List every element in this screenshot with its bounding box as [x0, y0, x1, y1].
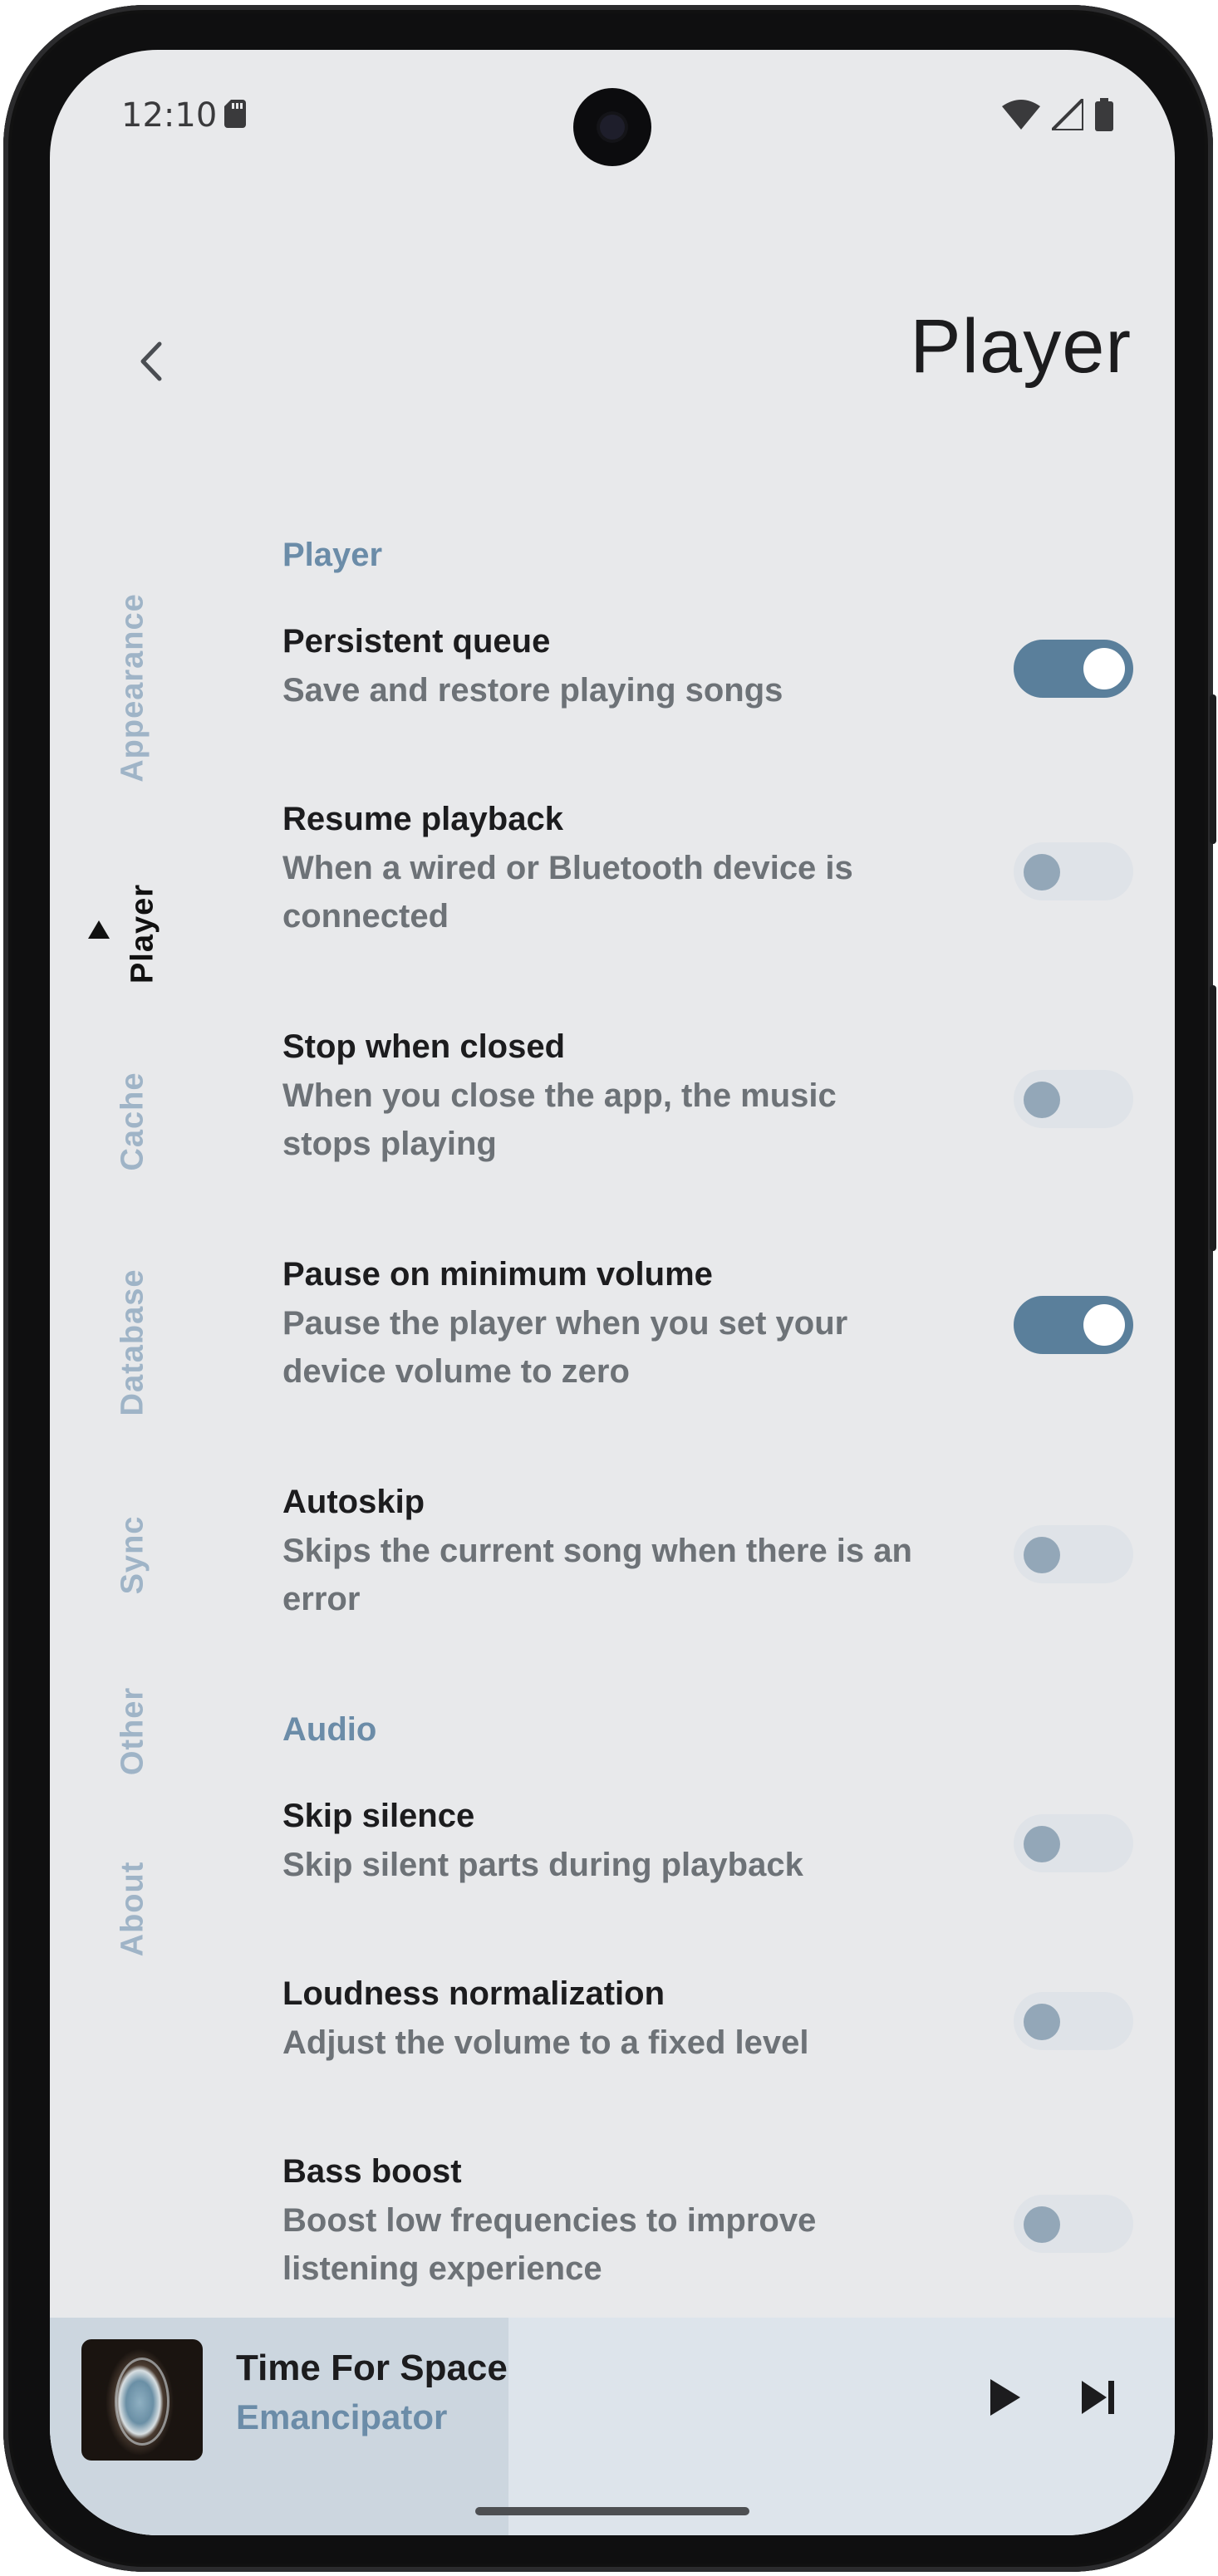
setting-skip-silence[interactable]: Skip silence Skip silent parts during pl…	[282, 1791, 1113, 1889]
skip-next-icon	[1082, 2381, 1107, 2414]
resume-playback-toggle[interactable]	[1014, 842, 1133, 900]
toggle-knob	[1024, 2004, 1060, 2040]
nav-item-appearance[interactable]: Appearance	[115, 593, 151, 783]
toggle-knob	[1024, 1537, 1060, 1573]
power-button	[1210, 694, 1216, 844]
setting-description: Skips the current song when there is an …	[282, 1533, 912, 1617]
setting-description: Skip silent parts during playback	[282, 1847, 803, 1883]
setting-description: When you close the app, the music stops …	[282, 1077, 837, 1162]
persistent-queue-toggle[interactable]	[1014, 640, 1133, 698]
setting-autoskip[interactable]: Autoskip Skips the current song when the…	[282, 1477, 1113, 1623]
pause-on-min-volume-toggle[interactable]	[1014, 1296, 1133, 1354]
toggle-knob	[1024, 1826, 1060, 1862]
setting-title: Autoskip	[282, 1484, 425, 1520]
setting-title: Skip silence	[282, 1798, 475, 1834]
setting-description: Pause the player when you set your devic…	[282, 1305, 848, 1390]
settings-content: Player Persistent queue Save and restore…	[282, 50, 1175, 2535]
skip-next-button[interactable]	[1073, 2372, 1123, 2422]
nav-item-sync[interactable]: Sync	[115, 1516, 151, 1595]
toggle-knob	[1083, 1304, 1125, 1346]
setting-description: When a wired or Bluetooth device is conn…	[282, 850, 853, 935]
setting-description: Save and restore playing songs	[282, 672, 783, 709]
setting-title: Persistent queue	[282, 623, 551, 660]
setting-description: Boost low frequencies to improve listeni…	[282, 2202, 817, 2287]
play-icon	[990, 2379, 1020, 2416]
skip-silence-toggle[interactable]	[1014, 1814, 1133, 1872]
loudness-normalization-toggle[interactable]	[1014, 1992, 1133, 2050]
song-artist: Emancipator	[236, 2397, 448, 2436]
settings-nav-rail: Appearance Player Cache Database Sync Ot…	[50, 50, 216, 2535]
autoskip-toggle[interactable]	[1014, 1525, 1133, 1583]
toggle-knob	[1024, 2206, 1060, 2243]
nav-item-database[interactable]: Database	[115, 1269, 151, 1416]
toggle-knob	[1083, 648, 1125, 689]
setting-bass-boost[interactable]: Bass boost Boost low frequencies to impr…	[282, 2147, 1113, 2293]
mini-player[interactable]: Time For Space Emancipator	[50, 2318, 1175, 2535]
play-button[interactable]	[979, 2372, 1029, 2422]
phone-frame: 12:10 Player Appearance Player Cache Dat…	[3, 5, 1216, 2572]
toggle-knob	[1024, 1082, 1060, 1118]
setting-title: Pause on minimum volume	[282, 1256, 713, 1293]
setting-resume-playback[interactable]: Resume playback When a wired or Bluetoot…	[282, 794, 1113, 940]
setting-description: Adjust the volume to a fixed level	[282, 2024, 809, 2061]
nav-item-player[interactable]: Player	[125, 884, 161, 984]
setting-loudness-normalization[interactable]: Loudness normalization Adjust the volume…	[282, 1969, 1113, 2067]
nav-item-other[interactable]: Other	[115, 1687, 151, 1775]
song-title: Time For Space	[236, 2348, 508, 2388]
bass-boost-toggle[interactable]	[1014, 2195, 1133, 2253]
setting-title: Loudness normalization	[282, 1975, 665, 2012]
album-art[interactable]	[81, 2339, 203, 2461]
setting-title: Stop when closed	[282, 1028, 566, 1065]
home-indicator[interactable]	[475, 2507, 749, 2515]
nav-item-cache[interactable]: Cache	[115, 1072, 151, 1170]
setting-title: Resume playback	[282, 801, 563, 837]
toggle-knob	[1024, 854, 1060, 891]
sd-card-icon	[224, 100, 246, 128]
active-indicator-icon	[88, 920, 110, 939]
setting-persistent-queue[interactable]: Persistent queue Save and restore playin…	[282, 616, 1113, 714]
stop-when-closed-toggle[interactable]	[1014, 1070, 1133, 1128]
nav-item-about[interactable]: About	[115, 1862, 151, 1957]
screen: 12:10 Player Appearance Player Cache Dat…	[50, 50, 1175, 2535]
section-title-player: Player	[282, 537, 383, 573]
volume-button	[1210, 985, 1216, 1251]
section-title-audio: Audio	[282, 1711, 377, 1748]
setting-title: Bass boost	[282, 2153, 462, 2190]
setting-pause-on-min-volume[interactable]: Pause on minimum volume Pause the player…	[282, 1249, 1113, 1396]
setting-stop-when-closed[interactable]: Stop when closed When you close the app,…	[282, 1022, 1113, 1168]
